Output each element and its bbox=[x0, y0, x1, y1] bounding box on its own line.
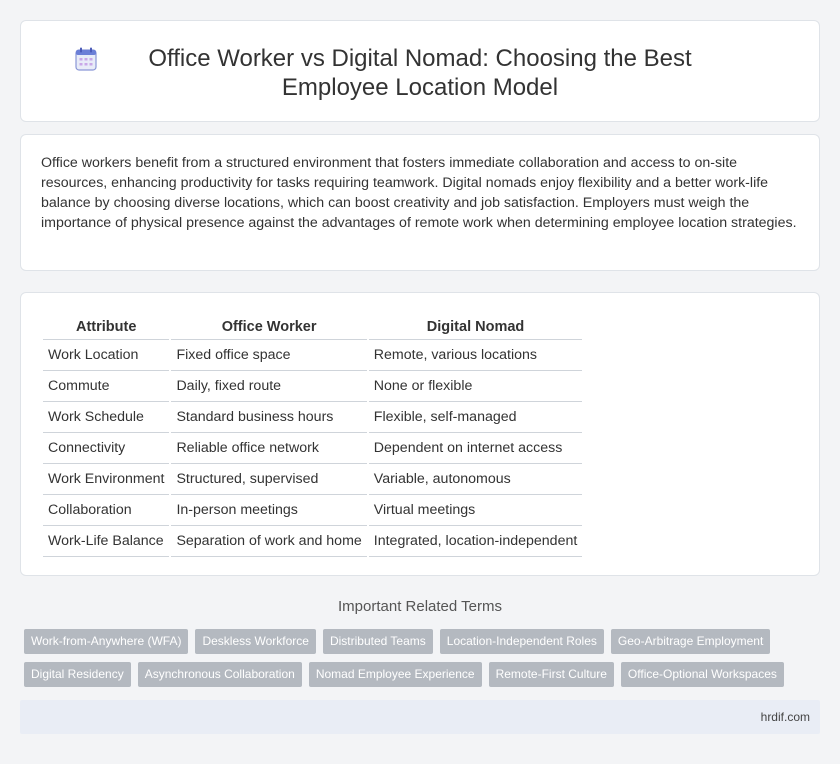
related-term-tag[interactable]: Asynchronous Collaboration bbox=[137, 662, 302, 687]
table-cell: Remote, various locations bbox=[366, 339, 583, 371]
related-term-tag[interactable]: Office-Optional Workspaces bbox=[620, 662, 784, 687]
table-row: Connectivity Reliable office network Dep… bbox=[43, 432, 583, 464]
summary-paragraph: Office workers benefit from a structured… bbox=[41, 155, 797, 231]
table-cell: In-person meetings bbox=[169, 494, 368, 526]
column-header: Attribute bbox=[43, 316, 171, 340]
table-cell: Virtual meetings bbox=[366, 494, 583, 526]
table-cell: Work Location bbox=[43, 339, 171, 371]
table-cell: Work Environment bbox=[43, 463, 171, 495]
related-term-tag[interactable]: Deskless Workforce bbox=[195, 629, 316, 654]
table-cell: Reliable office network bbox=[169, 432, 368, 464]
related-term-tag[interactable]: Remote-First Culture bbox=[488, 662, 614, 687]
related-terms-list: Work-from-Anywhere (WFA) Deskless Workfo… bbox=[24, 629, 804, 695]
table-cell: Integrated, location-independent bbox=[366, 525, 583, 557]
footer: hrdif.com bbox=[20, 700, 820, 734]
table-cell: Daily, fixed route bbox=[169, 370, 368, 402]
comparison-table: Attribute Office Worker Digital Nomad Wo… bbox=[43, 316, 583, 557]
column-header: Office Worker bbox=[169, 316, 368, 340]
table-row: Work Environment Structured, supervised … bbox=[43, 463, 583, 495]
related-term-tag[interactable]: Digital Residency bbox=[24, 662, 131, 687]
column-header: Digital Nomad bbox=[366, 316, 583, 340]
title-card: Office Worker vs Digital Nomad: Choosing… bbox=[20, 20, 820, 122]
table-cell: Connectivity bbox=[43, 432, 171, 464]
related-term-tag[interactable]: Nomad Employee Experience bbox=[308, 662, 482, 687]
table-cell: Standard business hours bbox=[169, 401, 368, 433]
table-row: Work Schedule Standard business hours Fl… bbox=[43, 401, 583, 433]
page-title: Office Worker vs Digital Nomad: Choosing… bbox=[148, 45, 692, 101]
table-row: Work Location Fixed office space Remote,… bbox=[43, 339, 583, 371]
table-row: Commute Daily, fixed route None or flexi… bbox=[43, 370, 583, 402]
table-cell: Dependent on internet access bbox=[366, 432, 583, 464]
table-cell: Collaboration bbox=[43, 494, 171, 526]
table-cell: None or flexible bbox=[366, 370, 583, 402]
table-cell: Work-Life Balance bbox=[43, 525, 171, 557]
related-term-tag[interactable]: Distributed Teams bbox=[322, 629, 433, 654]
table-cell: Work Schedule bbox=[43, 401, 171, 433]
table-cell: Fixed office space bbox=[169, 339, 368, 371]
table-cell: Structured, supervised bbox=[169, 463, 368, 495]
related-term-tag[interactable]: Location-Independent Roles bbox=[439, 629, 604, 654]
table-cell: Separation of work and home bbox=[169, 525, 368, 557]
table-cell: Commute bbox=[43, 370, 171, 402]
summary-card: Office workers benefit from a structured… bbox=[20, 134, 820, 271]
table-cell: Variable, autonomous bbox=[366, 463, 583, 495]
table-row: Collaboration In-person meetings Virtual… bbox=[43, 494, 583, 526]
comparison-card: Attribute Office Worker Digital Nomad Wo… bbox=[20, 292, 820, 576]
table-header-row: Attribute Office Worker Digital Nomad bbox=[43, 316, 583, 340]
table-cell: Flexible, self-managed bbox=[366, 401, 583, 433]
related-terms-heading: Important Related Terms bbox=[338, 598, 502, 615]
footer-site-link[interactable]: hrdif.com bbox=[761, 710, 810, 724]
related-term-tag[interactable]: Work-from-Anywhere (WFA) bbox=[24, 629, 189, 654]
related-term-tag[interactable]: Geo-Arbitrage Employment bbox=[610, 629, 771, 654]
table-row: Work-Life Balance Separation of work and… bbox=[43, 525, 583, 557]
